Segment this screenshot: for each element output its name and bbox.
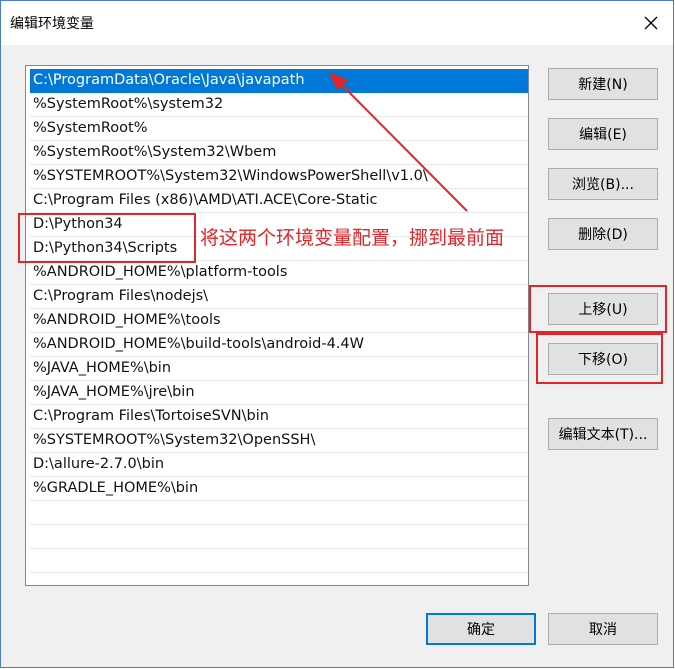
list-item[interactable]: %ANDROID_HOME%\platform-tools bbox=[30, 261, 528, 285]
list-item[interactable]: C:\Program Files\TortoiseSVN\bin bbox=[30, 405, 528, 429]
list-item[interactable]: %JAVA_HOME%\jre\bin bbox=[30, 381, 528, 405]
delete-button[interactable]: 删除(D) bbox=[548, 218, 658, 250]
close-button[interactable] bbox=[629, 1, 673, 45]
move-up-button[interactable]: 上移(U) bbox=[548, 293, 658, 325]
ok-button[interactable]: 确定 bbox=[426, 613, 536, 645]
list-item[interactable]: %SystemRoot%\System32\Wbem bbox=[30, 141, 528, 165]
close-icon bbox=[644, 16, 658, 30]
path-list[interactable]: C:\ProgramData\Oracle\Java\javapath %Syst… bbox=[25, 65, 529, 586]
list-item[interactable]: C:\Program Files (x86)\AMD\ATI.ACE\Core-… bbox=[30, 189, 528, 213]
empty-list-row[interactable] bbox=[30, 525, 528, 549]
cancel-button[interactable]: 取消 bbox=[548, 613, 658, 645]
title-bar: 编辑环境变量 bbox=[1, 1, 673, 45]
edit-env-var-dialog: 编辑环境变量 C:\ProgramData\Oracle\Java\javapa… bbox=[0, 0, 674, 668]
list-item[interactable]: %SystemRoot%\system32 bbox=[30, 93, 528, 117]
edit-button[interactable]: 编辑(E) bbox=[548, 118, 658, 150]
list-item[interactable]: %SYSTEMROOT%\System32\OpenSSH\ bbox=[30, 429, 528, 453]
browse-button[interactable]: 浏览(B)... bbox=[548, 168, 658, 200]
empty-list-row[interactable] bbox=[30, 573, 528, 585]
move-down-button[interactable]: 下移(O) bbox=[548, 343, 658, 375]
list-item[interactable]: %SYSTEMROOT%\System32\WindowsPowerShell\… bbox=[30, 165, 528, 189]
edit-text-button[interactable]: 编辑文本(T)... bbox=[548, 418, 658, 450]
list-item[interactable]: C:\ProgramData\Oracle\Java\javapath bbox=[30, 69, 528, 93]
window-title: 编辑环境变量 bbox=[10, 16, 94, 32]
list-item[interactable]: %GRADLE_HOME%\bin bbox=[30, 477, 528, 501]
empty-list-row[interactable] bbox=[30, 549, 528, 573]
list-item[interactable]: %ANDROID_HOME%\build-tools\android-4.4W bbox=[30, 333, 528, 357]
empty-list-row[interactable] bbox=[30, 501, 528, 525]
list-item[interactable]: %SystemRoot% bbox=[30, 117, 528, 141]
list-item[interactable]: %ANDROID_HOME%\tools bbox=[30, 309, 528, 333]
list-item[interactable]: %JAVA_HOME%\bin bbox=[30, 357, 528, 381]
list-item[interactable]: D:\allure-2.7.0\bin bbox=[30, 453, 528, 477]
new-button[interactable]: 新建(N) bbox=[548, 68, 658, 100]
list-item[interactable]: C:\Program Files\nodejs\ bbox=[30, 285, 528, 309]
annotation-text: 将这两个环境变量配置，挪到最前面 bbox=[200, 227, 505, 249]
